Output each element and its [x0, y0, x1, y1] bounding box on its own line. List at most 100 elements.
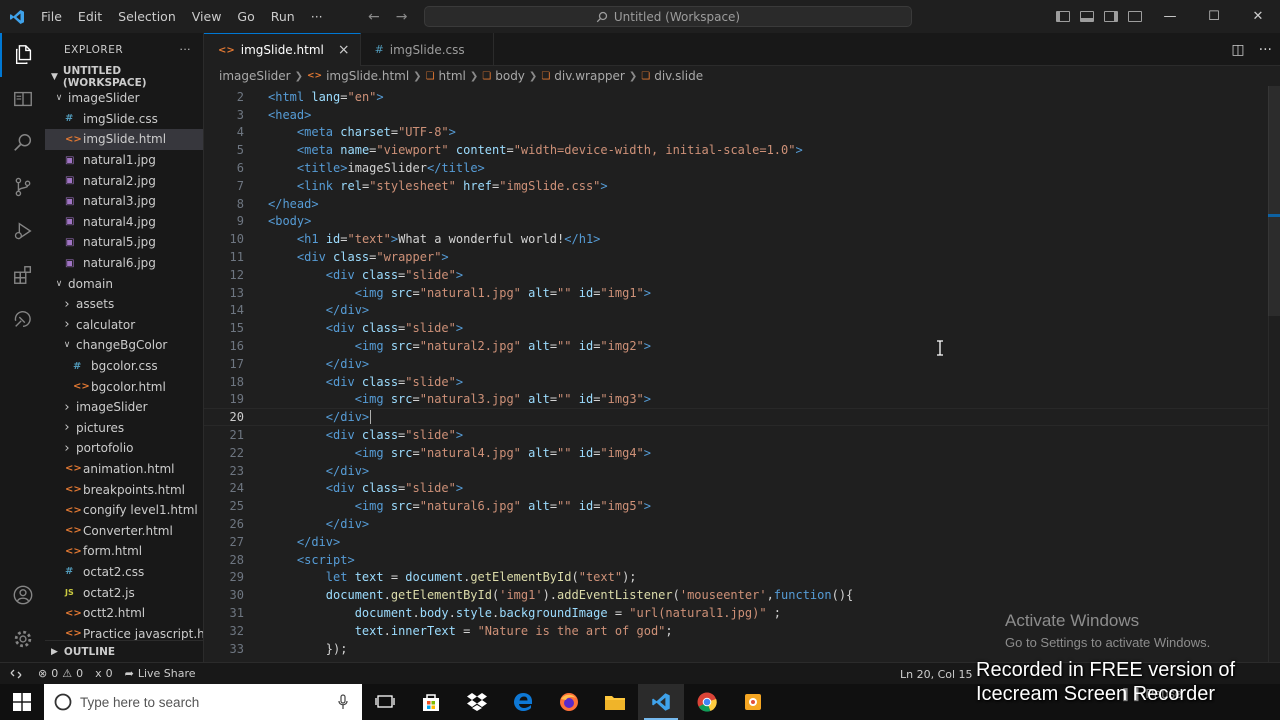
code-line[interactable]: 7 <link rel="stylesheet" href="imgSlide.… — [204, 177, 1268, 195]
tree-file[interactable]: JS octat2.js — [45, 582, 203, 603]
menu-go[interactable]: Go — [229, 0, 262, 33]
tree-folder[interactable]: ∨ imageSlider — [45, 88, 203, 109]
code-line[interactable]: 19 <img src="natural3.jpg" alt="" id="im… — [204, 391, 1268, 409]
code-line[interactable]: 8 </head> — [204, 195, 1268, 213]
more-actions-icon[interactable]: ··· — [1259, 42, 1272, 58]
code-line[interactable]: 21 <div class="slide"> — [204, 426, 1268, 444]
code-line[interactable]: 10 <h1 id="text">What a wonderful world!… — [204, 230, 1268, 248]
code-line[interactable]: 15 <div class="slide"> — [204, 319, 1268, 337]
store-icon[interactable] — [408, 684, 454, 720]
code-line[interactable]: 9 <body> — [204, 213, 1268, 231]
cursor-position[interactable]: Ln 20, Col 15 — [900, 668, 973, 681]
tree-file[interactable]: <> animation.html — [45, 459, 203, 480]
tree-file[interactable]: <> breakpoints.html — [45, 479, 203, 500]
toggle-sidebar-icon[interactable] — [1056, 11, 1070, 22]
scrollbar-thumb[interactable] — [1268, 86, 1280, 316]
code-line[interactable]: 5 <meta name="viewport" content="width=d… — [204, 141, 1268, 159]
minimize-icon[interactable]: — — [1148, 0, 1192, 33]
tree-file[interactable]: ▣ natural4.jpg — [45, 212, 203, 233]
code-line[interactable]: 3 <head> — [204, 106, 1268, 124]
tree-file[interactable]: # octat2.css — [45, 562, 203, 583]
menu-view[interactable]: View — [184, 0, 230, 33]
outline-section-header[interactable]: ▶ OUTLINE — [45, 640, 203, 662]
maximize-icon[interactable]: ☐ — [1192, 0, 1236, 33]
tab-imgslide-css[interactable]: # imgSlide.css — [361, 33, 494, 66]
close-icon[interactable]: ✕ — [1236, 0, 1280, 33]
live-share-button[interactable]: ➦ Live Share — [119, 667, 202, 680]
breadcrumb-item[interactable]: imageSlider — [219, 69, 291, 83]
tree-file[interactable]: # imgSlide.css — [45, 109, 203, 130]
chrome-icon[interactable] — [684, 684, 730, 720]
manage-gear-icon[interactable] — [0, 617, 45, 661]
tree-file[interactable]: <> bgcolor.html — [45, 376, 203, 397]
code-line[interactable]: 20 </div>​ — [204, 408, 1268, 427]
tree-file[interactable]: ▣ natural1.jpg — [45, 150, 203, 171]
open-editors-icon[interactable] — [0, 77, 45, 121]
tree-file[interactable]: <> imgSlide.html — [45, 129, 203, 150]
windows-start-icon[interactable] — [0, 684, 44, 720]
back-arrow-icon[interactable]: ← — [368, 9, 380, 25]
run-debug-icon[interactable] — [0, 209, 45, 253]
remote-indicator-icon[interactable] — [0, 663, 32, 685]
customize-layout-icon[interactable] — [1128, 11, 1142, 22]
extensions-icon[interactable] — [0, 253, 45, 297]
tree-folder[interactable]: ∨ changeBgColor — [45, 335, 203, 356]
menu-run[interactable]: Run — [263, 0, 303, 33]
source-control-icon[interactable] — [0, 165, 45, 209]
tree-file[interactable]: <> form.html — [45, 541, 203, 562]
tab-imgslide-html[interactable]: <> imgSlide.html × — [204, 33, 361, 66]
forward-arrow-icon[interactable]: → — [396, 9, 408, 25]
vscode-icon[interactable] — [638, 684, 684, 720]
tree-folder[interactable]: ∨ domain — [45, 273, 203, 294]
code-line[interactable]: 2 <html lang="en"> — [204, 88, 1268, 106]
file-explorer-icon[interactable] — [592, 684, 638, 720]
toggle-panel-icon[interactable] — [1080, 11, 1094, 22]
search-icon[interactable] — [0, 121, 45, 165]
code-line[interactable]: 30 document.getElementById ('img1').addEv… — [204, 586, 1268, 604]
split-editor-icon[interactable]: ◫ — [1231, 42, 1244, 58]
explorer-icon[interactable] — [0, 33, 45, 77]
tree-file[interactable]: ▣ natural3.jpg — [45, 191, 203, 212]
breadcrumb-item[interactable]: html — [439, 69, 466, 83]
tree-file[interactable]: ▣ natural6.jpg — [45, 253, 203, 274]
ports-indicator[interactable]: x 0 — [89, 667, 119, 680]
problems-indicator[interactable]: ⊗ 0 ⚠ 0 — [32, 667, 89, 680]
tab-close-icon[interactable]: × — [338, 42, 350, 58]
code-line[interactable]: 11 <div class="wrapper"> — [204, 248, 1268, 266]
code-line[interactable]: 24 <div class="slide"> — [204, 480, 1268, 498]
code-editor[interactable]: 2 <html lang="en"> 3 <head> 4 <meta charset=… — [204, 86, 1280, 662]
code-line[interactable]: 14 </div> — [204, 302, 1268, 320]
explorer-more-icon[interactable]: ··· — [179, 44, 191, 56]
breadcrumb-item[interactable]: imgSlide.html — [326, 69, 409, 83]
breadcrumb-item[interactable]: div.slide — [654, 69, 703, 83]
code-line[interactable]: 22 <img src="natural4.jpg" alt="" id="im… — [204, 444, 1268, 462]
code-line[interactable]: 16 <img src="natural2.jpg" alt="" id="im… — [204, 337, 1268, 355]
code-line[interactable]: 18 <div class="slide"> — [204, 373, 1268, 391]
code-line[interactable]: 25 <img src="natural6.jpg" alt="" id="im… — [204, 497, 1268, 515]
code-line[interactable]: 23 </div> — [204, 462, 1268, 480]
tree-file[interactable]: # bgcolor.css — [45, 356, 203, 377]
code-line[interactable]: 4 <meta charset="UTF-8"> — [204, 124, 1268, 142]
code-line[interactable]: 6 <title>imageSlider</title> — [204, 159, 1268, 177]
dropbox-icon[interactable] — [454, 684, 500, 720]
accounts-icon[interactable] — [0, 573, 45, 617]
code-line[interactable]: 12 <div class="slide"> — [204, 266, 1268, 284]
tree-folder[interactable]: › pictures — [45, 418, 203, 439]
code-line[interactable]: 27 </div> — [204, 533, 1268, 551]
edge-icon[interactable] — [500, 684, 546, 720]
command-center-search[interactable]: Untitled (Workspace) — [424, 6, 912, 27]
recorder-pause-button[interactable]: ❚❚ Pause — [1120, 682, 1182, 706]
tree-file[interactable]: <> octt2.html — [45, 603, 203, 624]
icecream-recorder-icon[interactable] — [730, 684, 776, 720]
tree-file[interactable]: ▣ natural5.jpg — [45, 232, 203, 253]
breadcrumb-item[interactable]: body — [495, 69, 525, 83]
tree-folder[interactable]: › portofolio — [45, 438, 203, 459]
code-line[interactable]: 17 </div> — [204, 355, 1268, 373]
taskbar-search[interactable]: Type here to search — [44, 684, 362, 720]
microphone-icon[interactable] — [338, 694, 348, 710]
remote-explorer-icon[interactable] — [0, 297, 45, 341]
toggle-secondary-sidebar-icon[interactable] — [1104, 11, 1118, 22]
task-view-icon[interactable] — [362, 684, 408, 720]
code-line[interactable]: 28 <script> — [204, 551, 1268, 569]
tree-folder[interactable]: › imageSlider — [45, 397, 203, 418]
